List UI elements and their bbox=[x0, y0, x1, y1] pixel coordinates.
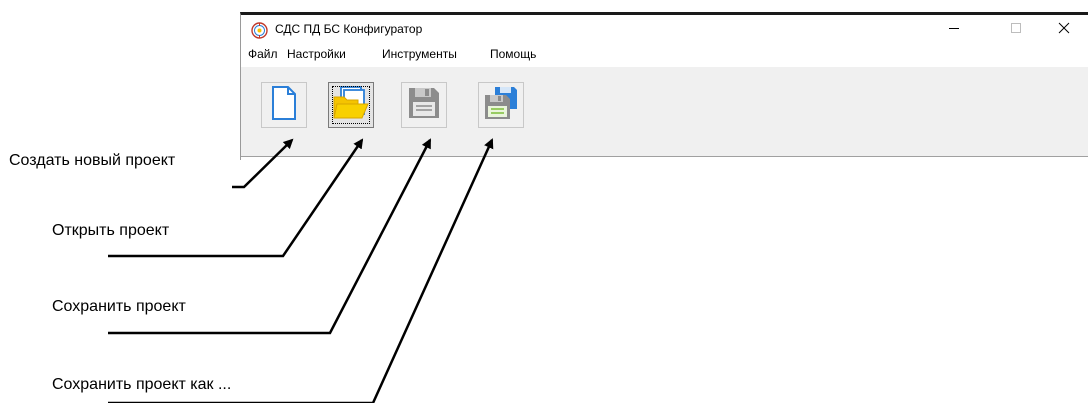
app-window: СДС ПД БС Конфигуратор Файл Настройки Ин… bbox=[240, 12, 1088, 160]
save-project-button[interactable] bbox=[401, 82, 447, 128]
save-icon bbox=[407, 86, 441, 125]
callout-save-project-label: Сохранить проект bbox=[52, 298, 186, 315]
app-logo-icon bbox=[251, 22, 268, 39]
maximize-icon bbox=[1010, 21, 1022, 39]
save-project-as-button[interactable] bbox=[478, 82, 524, 128]
screenshot-stage: СДС ПД БС Конфигуратор Файл Настройки Ин… bbox=[0, 0, 1088, 403]
menu-settings[interactable]: Настройки bbox=[286, 47, 347, 61]
close-icon bbox=[1058, 21, 1070, 39]
open-project-button[interactable] bbox=[328, 82, 374, 128]
save-as-icon bbox=[483, 85, 519, 126]
callout-open-project-label: Открыть проект bbox=[52, 222, 170, 239]
callout-new-project-label: Создать новый проект bbox=[9, 152, 176, 169]
new-document-icon bbox=[269, 85, 299, 126]
callout-save-project-as-label: Сохранить проект как ... bbox=[52, 376, 232, 393]
minimize-icon bbox=[948, 21, 960, 39]
menu-bar: Файл Настройки Инструменты Помощь bbox=[241, 45, 1088, 65]
toolbar bbox=[241, 67, 1088, 157]
menu-help[interactable]: Помощь bbox=[489, 47, 537, 61]
maximize-button[interactable] bbox=[993, 15, 1039, 45]
title-bar[interactable]: СДС ПД БС Конфигуратор bbox=[241, 15, 1088, 45]
arrow-save-project-as bbox=[108, 138, 494, 403]
new-project-button[interactable] bbox=[261, 82, 307, 128]
minimize-button[interactable] bbox=[931, 15, 977, 45]
menu-file[interactable]: Файл bbox=[247, 47, 279, 61]
focus-ring bbox=[332, 86, 370, 124]
menu-tools[interactable]: Инструменты bbox=[381, 47, 458, 61]
close-button[interactable] bbox=[1041, 15, 1087, 45]
window-title: СДС ПД БС Конфигуратор bbox=[275, 22, 423, 36]
